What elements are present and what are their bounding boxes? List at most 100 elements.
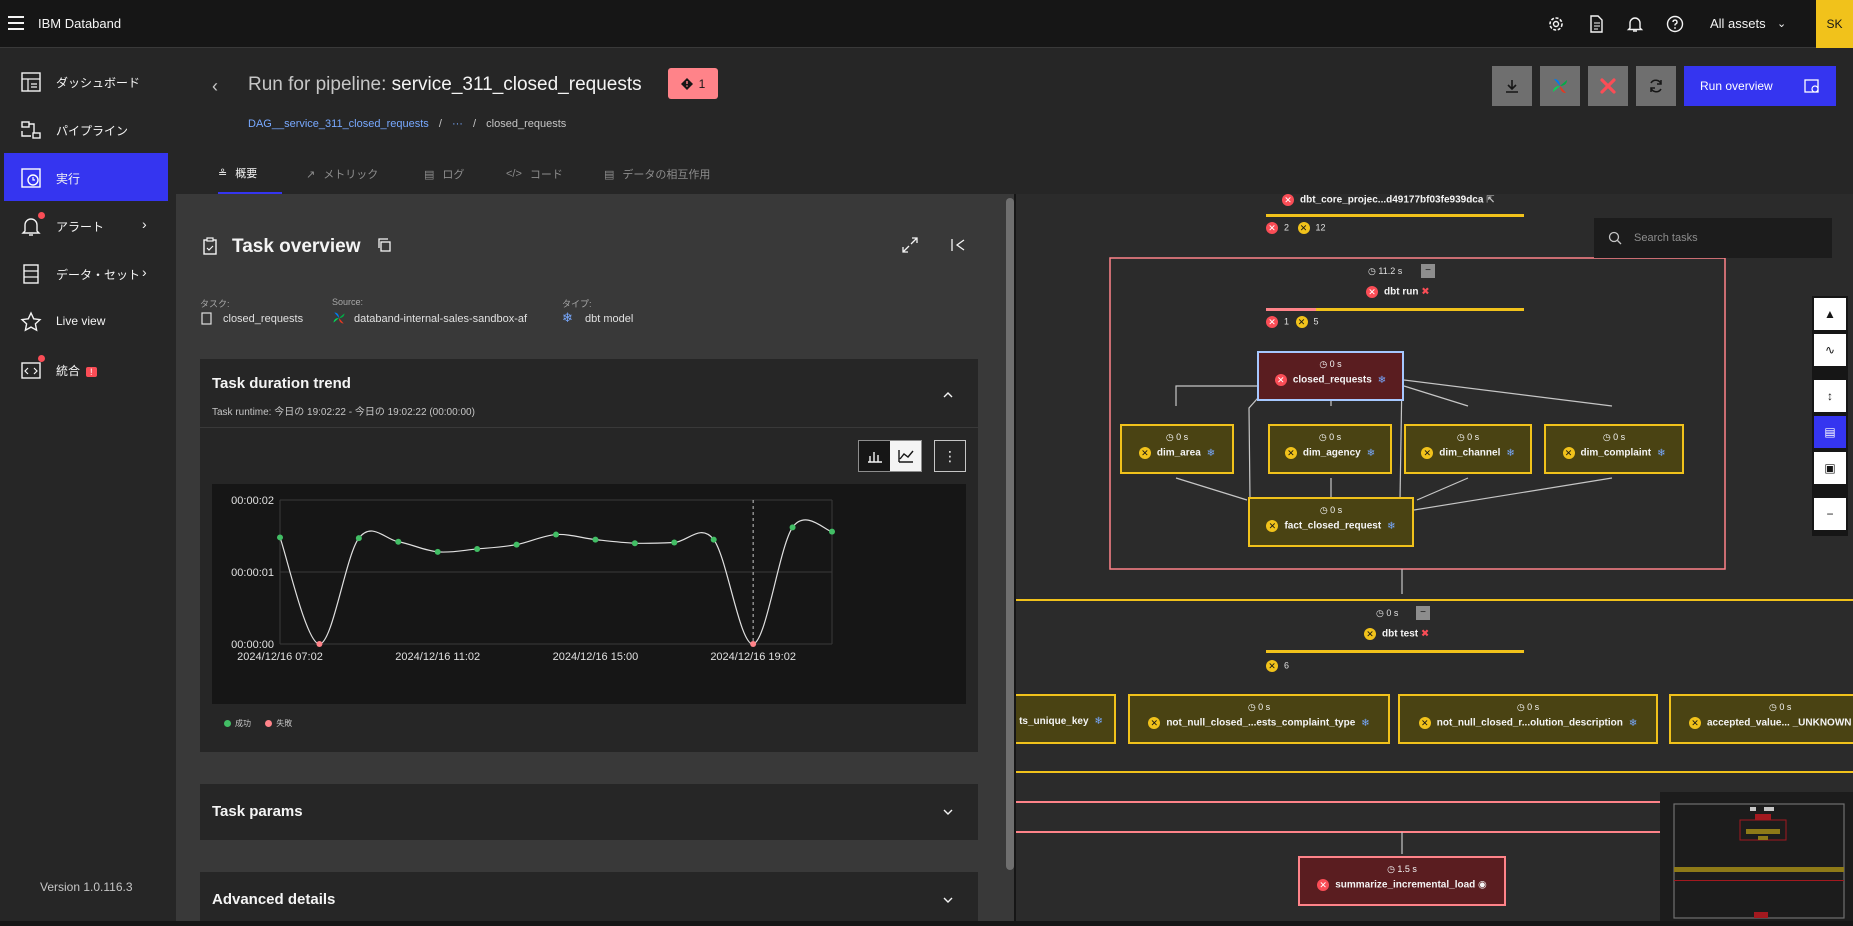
legend-fail-swatch (265, 720, 273, 728)
node-test-accepted-values[interactable]: ◷ 0 s ✕ accepted_value... _UNKNOWN (1669, 694, 1853, 744)
search-tasks-field[interactable]: Search tasks (1594, 218, 1832, 258)
time-value: 0 s (1613, 432, 1626, 442)
node-dim-channel[interactable]: ◷ 0 s ✕ dim_channel ❄ (1404, 424, 1532, 474)
advanced-details-card[interactable]: Advanced details (200, 872, 978, 921)
brand-name[interactable]: IBM Databand (38, 16, 121, 31)
zoom-out-button[interactable]: − (1814, 498, 1846, 530)
dashboard-icon (21, 72, 41, 92)
chevron-right-icon: › (142, 216, 147, 232)
trend-title: Task duration trend (212, 375, 351, 392)
maximize-icon[interactable] (902, 237, 918, 253)
node-label: ✕ summarize_incremental_load ◉ (1300, 879, 1504, 891)
warning-icon: ✕ (1148, 717, 1161, 729)
title-prefix: Run for pipeline: (248, 74, 387, 95)
bar-chart-button[interactable] (859, 441, 890, 471)
chevron-up-icon[interactable] (942, 389, 954, 401)
node-dim-complaint[interactable]: ◷ 0 s ✕ dim_complaint ❄ (1544, 424, 1684, 474)
collapse-group-button[interactable]: − (1421, 264, 1435, 278)
y-tick-label: 00:00:00 (231, 639, 274, 651)
assets-dropdown[interactable]: All assets (1710, 16, 1766, 31)
node-name: dim_complaint (1580, 447, 1652, 459)
breadcrumb-dag-link[interactable]: DAG__service_311_closed_requests (248, 118, 429, 130)
node-name: fact_closed_request (1284, 520, 1382, 532)
node-time: ◷ 0 s (1516, 702, 1540, 712)
avatar[interactable]: SK (1816, 0, 1853, 48)
sidebar-item-label: Live view (56, 314, 106, 328)
sidebar-item-integrations[interactable]: 統合! (4, 345, 168, 393)
chevron-down-icon[interactable] (942, 894, 954, 906)
node-label: ✕ dim_agency ❄ (1270, 447, 1390, 459)
scrollbar[interactable] (1006, 194, 1014, 921)
collapse-panel-icon[interactable] (950, 237, 966, 253)
tab-metrics[interactable]: ↗ メトリック (306, 154, 378, 194)
dbt-failed-icon: ✖ (1420, 628, 1430, 640)
activity-button[interactable]: ∿ (1814, 334, 1846, 366)
alert-count-badge[interactable]: 1 (668, 68, 718, 99)
minimap-toggle-button[interactable]: ▤ (1814, 416, 1846, 448)
chevron-down-icon[interactable]: ⌄ (1777, 17, 1786, 30)
time-value: 0 s (1527, 702, 1540, 712)
node-closed-requests[interactable]: ◷ 0 s ✕ closed_requests ❄ (1257, 351, 1404, 401)
data-point (513, 541, 520, 548)
breadcrumb-overflow[interactable]: ··· (452, 118, 463, 130)
sidebar-item-dashboard[interactable]: ダッシュボード (4, 57, 168, 105)
help-icon[interactable] (1661, 10, 1689, 38)
node-dim-area[interactable]: ◷ 0 s ✕ dim_area ❄ (1120, 424, 1234, 474)
warning-icon: ✕ (1266, 520, 1279, 532)
sidebar-item-pipelines[interactable]: パイプライン (4, 105, 168, 153)
sidebar-item-datasets[interactable]: データ・セット › (4, 249, 168, 297)
x-tick-label: 2024/12/16 19:02 (710, 651, 796, 663)
gear-icon[interactable] (1542, 10, 1570, 38)
node-time: ◷ 0 s (1318, 432, 1342, 442)
node-test-not-null-resolution[interactable]: ◷ 0 s ✕ not_null_closed_r...olution_descr… (1398, 694, 1658, 744)
y-tick-label: 00:00:02 (231, 495, 274, 507)
sidebar-item-alerts[interactable]: アラート › (4, 201, 168, 249)
dbt-run-label[interactable]: ✕ dbt run ✖ (1366, 286, 1430, 298)
airflow-button[interactable] (1540, 66, 1580, 106)
layout-tree-button[interactable]: ▲ (1814, 298, 1846, 330)
back-arrow-icon[interactable]: ‹ (212, 76, 218, 97)
download-button[interactable] (1492, 66, 1532, 106)
minus-icon: − (1826, 507, 1834, 521)
dbt-model-icon: ❄ (1366, 447, 1376, 459)
node-test-unique-key[interactable]: ts_unique_key ❄ (1016, 694, 1116, 744)
document-icon[interactable] (1582, 10, 1610, 38)
menu-icon[interactable] (8, 16, 24, 30)
sidebar-item-runs[interactable]: 実行 (4, 153, 168, 201)
project-counts: ✕ 2 ✕ 12 (1266, 222, 1326, 234)
center-button[interactable]: ▣ (1814, 452, 1846, 484)
project-name: dbt_core_projec...d49177bf03fe939dca (1300, 194, 1484, 206)
collapse-group-button[interactable]: − (1416, 606, 1430, 620)
task-params-card[interactable]: Task params (200, 784, 978, 840)
node-time: ◷ 0 s (1165, 432, 1189, 442)
refresh-button[interactable] (1636, 66, 1676, 106)
node-label: ✕ not_null_closed_...ests_complaint_type ❄ (1130, 717, 1388, 729)
warning-count: 5 (1313, 316, 1319, 327)
run-overview-button[interactable]: Run overview (1684, 66, 1836, 106)
group-name: dbt run (1384, 286, 1419, 298)
top-bar: IBM Databand All assets ⌄ SK (0, 0, 1853, 48)
scrollbar-thumb[interactable] (1006, 198, 1014, 870)
node-test-not-null-complaint-type[interactable]: ◷ 0 s ✕ not_null_closed_...ests_complaint… (1128, 694, 1390, 744)
copy-icon[interactable] (377, 238, 391, 252)
tab-logs[interactable]: ▤ ログ (424, 154, 464, 194)
notification-icon[interactable] (1621, 10, 1649, 38)
overflow-menu-button[interactable]: ⋮ (934, 440, 966, 472)
tab-overview[interactable]: ≗ 概要 (218, 154, 282, 194)
node-time: ◷ 1.5 s (1387, 864, 1417, 874)
dag-minimap[interactable] (1660, 792, 1853, 921)
tab-data-interactions[interactable]: ▤ データの相互作用 (604, 154, 710, 194)
node-dim-agency[interactable]: ◷ 0 s ✕ dim_agency ❄ (1268, 424, 1392, 474)
sidebar-item-live-view[interactable]: Live view (4, 297, 168, 345)
line-chart-button[interactable] (890, 441, 921, 471)
dbt-model-icon: ❄ (1206, 447, 1216, 459)
fit-height-button[interactable]: ↕ (1814, 380, 1846, 412)
cancel-run-button[interactable] (1588, 66, 1628, 106)
chevron-down-icon[interactable] (942, 806, 954, 818)
node-summarize-incremental-load[interactable]: ◷ 1.5 s ✕ summarize_incremental_load ◉ (1298, 856, 1506, 906)
dbt-test-label[interactable]: ✕ dbt test ✖ (1364, 628, 1429, 640)
node-fact-closed-request[interactable]: ◷ 0 s ✕ fact_closed_request ❄ (1248, 497, 1414, 547)
data-point (671, 539, 678, 546)
project-node[interactable]: ✕ dbt_core_projec...d49177bf03fe939dca ⇱ (1282, 194, 1495, 206)
tab-code[interactable]: </> コード (506, 154, 563, 194)
